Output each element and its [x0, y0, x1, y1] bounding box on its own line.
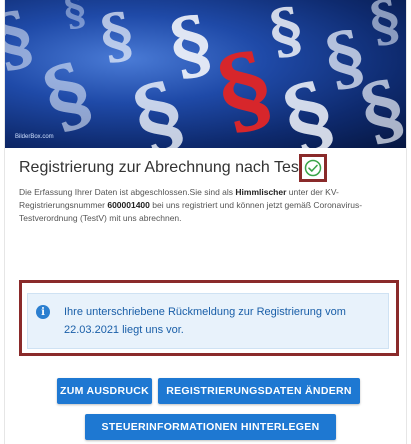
- svg-text:§: §: [264, 0, 307, 69]
- paragraph-symbols-graphic: § § § § § § § § § § § §: [5, 0, 406, 148]
- svg-text:§: §: [31, 44, 102, 147]
- registration-card: § § § § § § § § § § § § BilderBox.com Re…: [4, 0, 407, 444]
- practice-name: Himmlischer: [235, 187, 287, 197]
- svg-text:§: §: [351, 62, 406, 148]
- description-text-1: Die Erfassung Ihrer Daten ist abgeschlos…: [19, 187, 236, 197]
- info-icon: i: [36, 305, 50, 319]
- info-alert: i Ihre unterschriebene Rückmeldung zur R…: [27, 293, 389, 349]
- page-title: Registrierung zur Abrechnung nach TestV: [19, 159, 314, 176]
- title-row: Registrierung zur Abrechnung nach TestV: [19, 157, 314, 179]
- check-circle-icon: [304, 159, 322, 177]
- svg-text:§: §: [365, 0, 405, 55]
- svg-text:§: §: [95, 0, 138, 74]
- edit-registration-button[interactable]: REGISTRIERUNGSDATEN ÄNDERN: [158, 378, 360, 404]
- image-credit: BilderBox.com: [15, 134, 54, 140]
- svg-text:§: §: [207, 30, 282, 148]
- kv-registration-number: 600001400: [107, 200, 150, 210]
- info-alert-text: Ihre unterschriebene Rückmeldung zur Reg…: [64, 306, 346, 336]
- registration-description: Die Erfassung Ihrer Daten ist abgeschlos…: [19, 186, 399, 225]
- check-highlight-frame: [299, 154, 327, 182]
- hero-image: § § § § § § § § § § § § BilderBox.com: [5, 0, 406, 148]
- tax-info-button[interactable]: STEUERINFORMATIONEN HINTERLEGEN: [85, 414, 336, 440]
- print-button[interactable]: ZUM AUSDRUCK: [57, 378, 152, 404]
- svg-text:§: §: [60, 0, 89, 36]
